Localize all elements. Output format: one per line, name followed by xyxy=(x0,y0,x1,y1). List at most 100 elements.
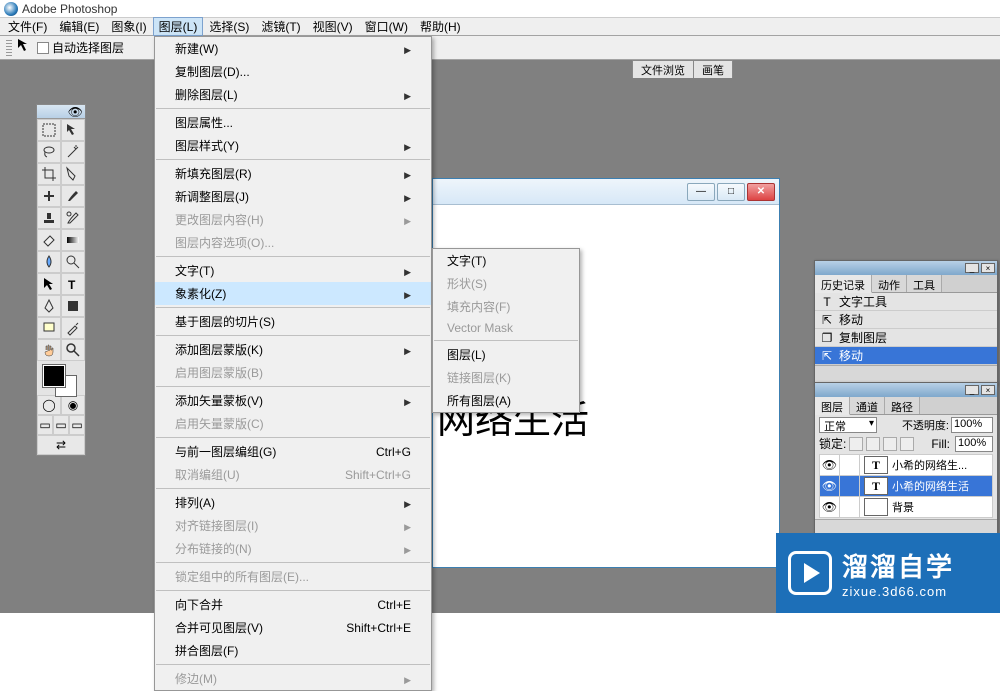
layers-panel-titlebar[interactable]: _ × xyxy=(815,383,997,397)
stamp-tool[interactable] xyxy=(37,207,61,229)
link-cell[interactable] xyxy=(840,497,860,517)
menu-图象I[interactable]: 图象(I) xyxy=(105,17,152,36)
menu-item[interactable]: 新建(W) xyxy=(155,37,431,60)
visibility-icon[interactable]: 👁 xyxy=(820,455,840,475)
menu-item[interactable]: 删除图层(L) xyxy=(155,83,431,106)
dodge-tool[interactable] xyxy=(61,251,85,273)
maximize-button[interactable]: □ xyxy=(717,183,745,201)
shape-tool[interactable] xyxy=(61,295,85,317)
blend-mode-dropdown[interactable]: 正常 xyxy=(819,417,877,433)
menu-item[interactable]: 新调整图层(J) xyxy=(155,185,431,208)
toolbox-header[interactable]: 👁 xyxy=(37,105,85,119)
quickmask-off[interactable]: ◯ xyxy=(37,395,61,415)
fg-color-swatch[interactable] xyxy=(43,365,65,387)
layer-row[interactable]: 👁T小希的网络生活 xyxy=(819,475,993,497)
lasso-tool[interactable] xyxy=(37,141,61,163)
panel-tab[interactable]: 通道 xyxy=(850,397,885,414)
opacity-field[interactable]: 100% xyxy=(951,417,993,433)
hand-tool[interactable] xyxy=(37,339,61,361)
menu-item[interactable]: 新填充图层(R) xyxy=(155,162,431,185)
menu-item[interactable]: 添加图层蒙版(K) xyxy=(155,338,431,361)
document-titlebar[interactable]: — □ ✕ xyxy=(433,179,779,205)
menu-item[interactable]: 排列(A) xyxy=(155,491,431,514)
panel-minimize-icon[interactable]: _ xyxy=(965,385,979,395)
eyedropper-tool[interactable] xyxy=(61,317,85,339)
menu-item: 启用图层蒙版(B) xyxy=(155,361,431,384)
dock-tab[interactable]: 画笔 xyxy=(693,60,733,78)
auto-select-checkbox[interactable] xyxy=(37,42,49,54)
panel-tab[interactable]: 图层 xyxy=(815,397,850,415)
submenu-item[interactable]: 文字(T) xyxy=(433,249,579,272)
screenmode-full2[interactable]: ▭ xyxy=(69,415,85,435)
lock-all-icon[interactable] xyxy=(900,437,914,451)
menu-滤镜T[interactable]: 滤镜(T) xyxy=(255,17,306,36)
dock-tab[interactable]: 文件浏览 xyxy=(632,60,694,78)
menu-item[interactable]: 基于图层的切片(S) xyxy=(155,310,431,333)
fill-field[interactable]: 100% xyxy=(955,436,993,452)
menu-帮助H[interactable]: 帮助(H) xyxy=(414,17,467,36)
lock-move-icon[interactable] xyxy=(883,437,897,451)
zoom-tool[interactable] xyxy=(61,339,85,361)
pen-tool[interactable] xyxy=(37,295,61,317)
visibility-icon[interactable]: 👁 xyxy=(820,497,840,517)
submenu-item[interactable]: 图层(L) xyxy=(433,343,579,366)
close-button[interactable]: ✕ xyxy=(747,183,775,201)
menu-视图V[interactable]: 视图(V) xyxy=(307,17,359,36)
panel-minimize-icon[interactable]: _ xyxy=(965,263,979,273)
type-tool[interactable]: T xyxy=(61,273,85,295)
history-panel-titlebar[interactable]: _ × xyxy=(815,261,997,275)
eraser-tool[interactable] xyxy=(37,229,61,251)
menu-item[interactable]: 合并可见图层(V)Shift+Ctrl+E xyxy=(155,616,431,639)
menu-item[interactable]: 复制图层(D)... xyxy=(155,60,431,83)
menu-item[interactable]: 拼合图层(F) xyxy=(155,639,431,662)
blur-tool[interactable] xyxy=(37,251,61,273)
visibility-icon[interactable]: 👁 xyxy=(820,476,840,496)
submenu-item[interactable]: 所有图层(A) xyxy=(433,389,579,412)
crop-tool[interactable] xyxy=(37,163,61,185)
panel-tab[interactable]: 动作 xyxy=(872,275,907,292)
history-item[interactable]: ⇱移动 xyxy=(815,347,997,365)
menu-item[interactable]: 添加矢量蒙板(V) xyxy=(155,389,431,412)
layer-row[interactable]: 👁T小希的网络生... xyxy=(819,454,993,476)
menu-图层L[interactable]: 图层(L) xyxy=(153,17,204,36)
history-brush-tool[interactable] xyxy=(61,207,85,229)
screenmode-full[interactable]: ▭ xyxy=(53,415,69,435)
history-item[interactable]: ⇱移动 xyxy=(815,311,997,329)
panel-close-icon[interactable]: × xyxy=(981,263,995,273)
marquee-tool[interactable] xyxy=(37,119,61,141)
panel-tab[interactable]: 工具 xyxy=(907,275,942,292)
panel-tab[interactable]: 路径 xyxy=(885,397,920,414)
menu-选择S[interactable]: 选择(S) xyxy=(203,17,255,36)
history-item[interactable]: ❐复制图层 xyxy=(815,329,997,347)
slice-tool[interactable] xyxy=(61,163,85,185)
menu-item[interactable]: 与前一图层编组(G)Ctrl+G xyxy=(155,440,431,463)
link-cell[interactable] xyxy=(840,476,860,496)
jump-to-imageready[interactable]: ⇄ xyxy=(37,435,85,455)
notes-tool[interactable] xyxy=(37,317,61,339)
menu-item[interactable]: 图层属性... xyxy=(155,111,431,134)
menu-文件F[interactable]: 文件(F) xyxy=(2,17,53,36)
minimize-button[interactable]: — xyxy=(687,183,715,201)
brush-tool[interactable] xyxy=(61,185,85,207)
move-tool[interactable] xyxy=(61,119,85,141)
path-select-tool[interactable] xyxy=(37,273,61,295)
lock-transparent-icon[interactable] xyxy=(849,437,863,451)
color-swatches[interactable] xyxy=(37,361,85,395)
menu-窗口W[interactable]: 窗口(W) xyxy=(359,17,414,36)
lock-paint-icon[interactable] xyxy=(866,437,880,451)
screenmode-standard[interactable]: ▭ xyxy=(37,415,53,435)
gradient-tool[interactable] xyxy=(61,229,85,251)
panel-tab[interactable]: 历史记录 xyxy=(815,275,872,293)
menu-item[interactable]: 象素化(Z) xyxy=(155,282,431,305)
layer-row[interactable]: 👁背景 xyxy=(819,496,993,518)
quickmask-on[interactable]: ◉ xyxy=(61,395,85,415)
menu-编辑E[interactable]: 编辑(E) xyxy=(53,17,105,36)
menu-item[interactable]: 图层样式(Y) xyxy=(155,134,431,157)
wand-tool[interactable] xyxy=(61,141,85,163)
panel-close-icon[interactable]: × xyxy=(981,385,995,395)
menu-item[interactable]: 文字(T) xyxy=(155,259,431,282)
history-item-label: 移动 xyxy=(839,347,863,364)
heal-tool[interactable] xyxy=(37,185,61,207)
link-cell[interactable] xyxy=(840,455,860,475)
history-item[interactable]: T文字工具 xyxy=(815,293,997,311)
